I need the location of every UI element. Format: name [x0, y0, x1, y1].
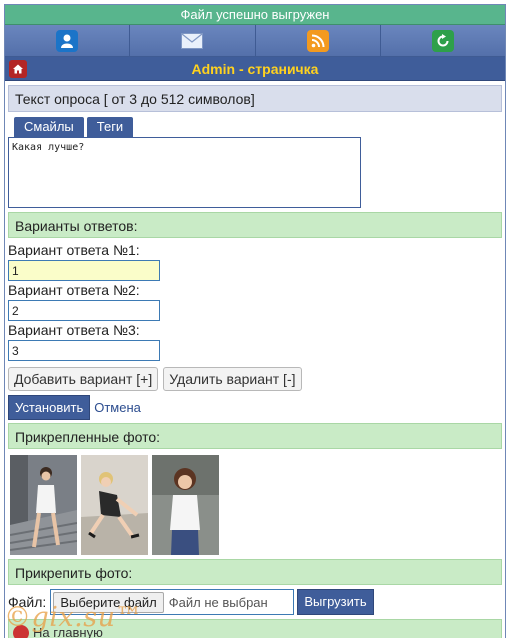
tab-tags[interactable]: Теги: [86, 117, 134, 137]
file-status: Файл не выбран: [168, 594, 268, 610]
upload-button[interactable]: Выгрузить: [297, 589, 374, 615]
nav-profile[interactable]: [5, 25, 131, 56]
answer-input-3[interactable]: [8, 340, 160, 361]
nav-refresh[interactable]: [380, 25, 505, 56]
home-icon[interactable]: [9, 60, 27, 78]
home-icon: [13, 625, 29, 638]
home-link[interactable]: На главную: [33, 625, 103, 638]
nav-icon-bar: [5, 25, 505, 57]
mail-icon: [181, 30, 204, 52]
poll-question-textarea[interactable]: Какая лучше?: [8, 137, 361, 208]
file-label: Файл:: [8, 594, 47, 610]
page-frame: Файл успешно выгружен Admin - страничка …: [4, 4, 506, 638]
answer-label-1: Вариант ответа №1:: [8, 242, 140, 258]
rss-icon: [306, 29, 329, 52]
user-icon: [56, 29, 79, 52]
attached-photos: [10, 455, 505, 555]
attached-photos-heading: Прикрепленные фото:: [8, 423, 502, 449]
answer-label-2: Вариант ответа №2:: [8, 282, 140, 298]
success-notice: Файл успешно выгружен: [5, 5, 505, 25]
upload-row: Файл: Выберите файл Файл не выбран Выгру…: [8, 589, 505, 615]
submit-button[interactable]: Установить: [8, 395, 91, 420]
page-titlebar: Admin - страничка: [5, 57, 505, 81]
photo-thumbnail[interactable]: [81, 455, 148, 555]
answer-input-1[interactable]: [8, 260, 160, 281]
editor-tabs: Смайлы Теги: [14, 117, 505, 137]
page-title: Admin - страничка: [191, 61, 319, 77]
nav-mail[interactable]: [130, 25, 256, 56]
answer-input-2[interactable]: [8, 300, 160, 321]
poll-question-label: Текст опроса [ от 3 до 512 символов]: [8, 85, 502, 112]
refresh-icon: [431, 29, 454, 52]
nav-rss[interactable]: [255, 25, 381, 56]
photo-thumbnail[interactable]: [152, 455, 219, 555]
tab-smileys[interactable]: Смайлы: [14, 117, 84, 137]
submit-row: Установить Отмена: [8, 395, 505, 420]
file-input[interactable]: Выберите файл Файл не выбран: [50, 589, 295, 615]
add-answer-button[interactable]: Добавить вариант [+]: [8, 367, 159, 391]
answers-heading: Варианты ответов:: [8, 212, 502, 238]
attach-photo-heading: Прикрепить фото:: [8, 559, 502, 585]
answer-buttons: Добавить вариант [+] Удалить вариант [-]: [8, 367, 505, 391]
remove-answer-button[interactable]: Удалить вариант [-]: [163, 367, 302, 391]
answer-label-3: Вариант ответа №3:: [8, 322, 140, 338]
photo-thumbnail[interactable]: [10, 455, 77, 555]
footer-bar: На главную: [8, 619, 502, 638]
cancel-link[interactable]: Отмена: [94, 400, 141, 415]
choose-file-button[interactable]: Выберите файл: [53, 591, 164, 613]
